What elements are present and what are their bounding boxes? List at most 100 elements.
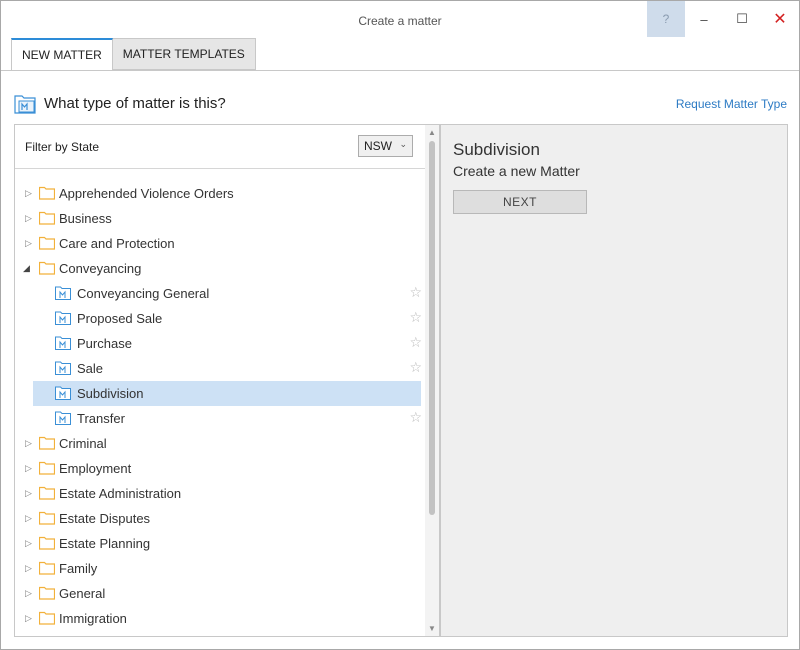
tab-bar: NEW MATTER MATTER TEMPLATES xyxy=(11,38,256,71)
expand-icon[interactable]: ▷ xyxy=(25,512,35,524)
folder-icon xyxy=(39,461,55,475)
tree-item-transfer[interactable]: Transfer ☆ xyxy=(15,406,425,431)
tree-label: Business xyxy=(59,211,112,226)
expand-icon[interactable]: ▷ xyxy=(25,237,35,249)
expand-icon[interactable]: ▷ xyxy=(25,612,35,624)
expand-icon[interactable]: ▷ xyxy=(25,437,35,449)
next-button[interactable]: NEXT xyxy=(453,190,587,214)
request-matter-type-link[interactable]: Request Matter Type xyxy=(676,97,787,111)
tree-label: Estate Planning xyxy=(59,536,151,551)
tree-folder-apprehended-violence-orders[interactable]: ▷ Apprehended Violence Orders xyxy=(15,181,425,206)
page-heading: What type of matter is this? xyxy=(44,95,226,112)
tree-label: General xyxy=(59,586,106,601)
expand-icon[interactable]: ▷ xyxy=(25,212,35,224)
tree-item-conveyancing-general[interactable]: Conveyancing General ☆ xyxy=(15,281,425,306)
tree-label: Purchase xyxy=(77,336,132,351)
star-icon[interactable]: ☆ xyxy=(409,284,422,301)
matter-icon xyxy=(14,95,36,114)
tree-label: Sale xyxy=(77,361,104,376)
folder-icon xyxy=(39,436,55,450)
tree-item-subdivision[interactable]: Subdivision ☆ xyxy=(33,381,421,406)
tree-folder-conveyancing[interactable]: ◢ Conveyancing xyxy=(15,256,425,281)
matter-type-tree: ▷ Apprehended Violence Orders ▷ Business… xyxy=(15,181,425,631)
matter-type-icon xyxy=(55,336,71,350)
expand-icon[interactable]: ▷ xyxy=(25,462,35,474)
scroll-down-icon[interactable]: ▼ xyxy=(425,624,439,633)
minimize-button[interactable]: – xyxy=(685,1,723,37)
filter-label: Filter by State xyxy=(25,140,100,154)
folder-icon xyxy=(39,536,55,550)
tree-folder-care-and-protection[interactable]: ▷ Care and Protection xyxy=(15,231,425,256)
matter-details-panel: Subdivision Create a new Matter NEXT xyxy=(440,124,788,637)
tree-label: Subdivision xyxy=(77,386,144,401)
matter-type-icon xyxy=(55,386,71,400)
folder-icon xyxy=(39,186,55,200)
scrollbar-thumb[interactable] xyxy=(429,141,435,515)
star-icon[interactable]: ☆ xyxy=(409,309,422,326)
matter-type-icon xyxy=(55,311,71,325)
scroll-up-icon[interactable]: ▲ xyxy=(425,128,439,137)
create-matter-window: Create a matter ? – ☐ ✕ NEW MATTER MATTE… xyxy=(0,0,800,650)
star-icon[interactable]: ☆ xyxy=(409,409,422,426)
tree-item-purchase[interactable]: Purchase ☆ xyxy=(15,331,425,356)
tree-folder-business[interactable]: ▷ Business xyxy=(15,206,425,231)
tree-folder-family[interactable]: ▷ Family xyxy=(15,556,425,581)
expand-icon[interactable]: ▷ xyxy=(25,587,35,599)
tree-label: Conveyancing xyxy=(59,261,142,276)
tree-label: Family xyxy=(59,561,98,576)
folder-icon xyxy=(39,261,55,275)
matter-type-icon xyxy=(55,286,71,300)
tree-label: Conveyancing General xyxy=(77,286,210,301)
matter-type-panel: Filter by State NSW ⌄ ▷ Apprehended Viol… xyxy=(14,124,440,637)
folder-icon xyxy=(39,586,55,600)
star-icon[interactable]: ☆ xyxy=(409,334,422,351)
tree-folder-estate-planning[interactable]: ▷ Estate Planning xyxy=(15,531,425,556)
tab-divider xyxy=(1,70,799,71)
expand-icon[interactable]: ▷ xyxy=(25,187,35,199)
close-button[interactable]: ✕ xyxy=(761,1,799,37)
state-filter-select[interactable]: NSW ⌄ xyxy=(358,135,413,157)
tree-folder-employment[interactable]: ▷ Employment xyxy=(15,456,425,481)
expand-icon[interactable]: ▷ xyxy=(25,562,35,574)
tree-folder-estate-administration[interactable]: ▷ Estate Administration xyxy=(15,481,425,506)
tree-item-proposed-sale[interactable]: Proposed Sale ☆ xyxy=(15,306,425,331)
tree-label: Employment xyxy=(59,461,132,476)
collapse-icon[interactable]: ◢ xyxy=(23,262,33,274)
filter-divider xyxy=(15,168,425,169)
folder-icon xyxy=(39,486,55,500)
folder-icon xyxy=(39,561,55,575)
folder-icon xyxy=(39,611,55,625)
tree-item-sale[interactable]: Sale ☆ xyxy=(15,356,425,381)
tree-scrollbar[interactable]: ▲ ▼ xyxy=(425,125,439,636)
tree-label: Transfer xyxy=(77,411,125,426)
star-icon[interactable]: ☆ xyxy=(405,384,418,401)
selected-matter-title: Subdivision xyxy=(453,140,540,159)
maximize-button[interactable]: ☐ xyxy=(723,1,761,37)
tab-matter-templates[interactable]: MATTER TEMPLATES xyxy=(112,38,256,70)
tree-label: Estate Disputes xyxy=(59,511,151,526)
folder-icon xyxy=(39,236,55,250)
matter-type-icon xyxy=(55,361,71,375)
tree-label: Care and Protection xyxy=(59,236,175,251)
title-bar: Create a matter ? – ☐ ✕ xyxy=(1,1,799,37)
tree-label: Proposed Sale xyxy=(77,311,163,326)
tree-folder-immigration[interactable]: ▷ Immigration xyxy=(15,606,425,631)
tree-label: Estate Administration xyxy=(59,486,182,501)
tree-folder-criminal[interactable]: ▷ Criminal xyxy=(15,431,425,456)
chevron-down-icon: ⌄ xyxy=(399,139,407,149)
tree-label: Apprehended Violence Orders xyxy=(59,186,234,201)
tree-folder-general[interactable]: ▷ General xyxy=(15,581,425,606)
expand-icon[interactable]: ▷ xyxy=(25,487,35,499)
help-button[interactable]: ? xyxy=(647,1,685,37)
selected-matter-subtitle: Create a new Matter xyxy=(453,163,580,179)
matter-type-icon xyxy=(55,411,71,425)
folder-icon xyxy=(39,511,55,525)
expand-icon[interactable]: ▷ xyxy=(25,537,35,549)
star-icon[interactable]: ☆ xyxy=(409,359,422,376)
tree-folder-estate-disputes[interactable]: ▷ Estate Disputes xyxy=(15,506,425,531)
tab-new-matter[interactable]: NEW MATTER xyxy=(11,38,113,71)
tree-label: Immigration xyxy=(59,611,127,626)
state-filter-value: NSW xyxy=(364,139,392,153)
folder-icon xyxy=(39,211,55,225)
tree-label: Criminal xyxy=(59,436,107,451)
